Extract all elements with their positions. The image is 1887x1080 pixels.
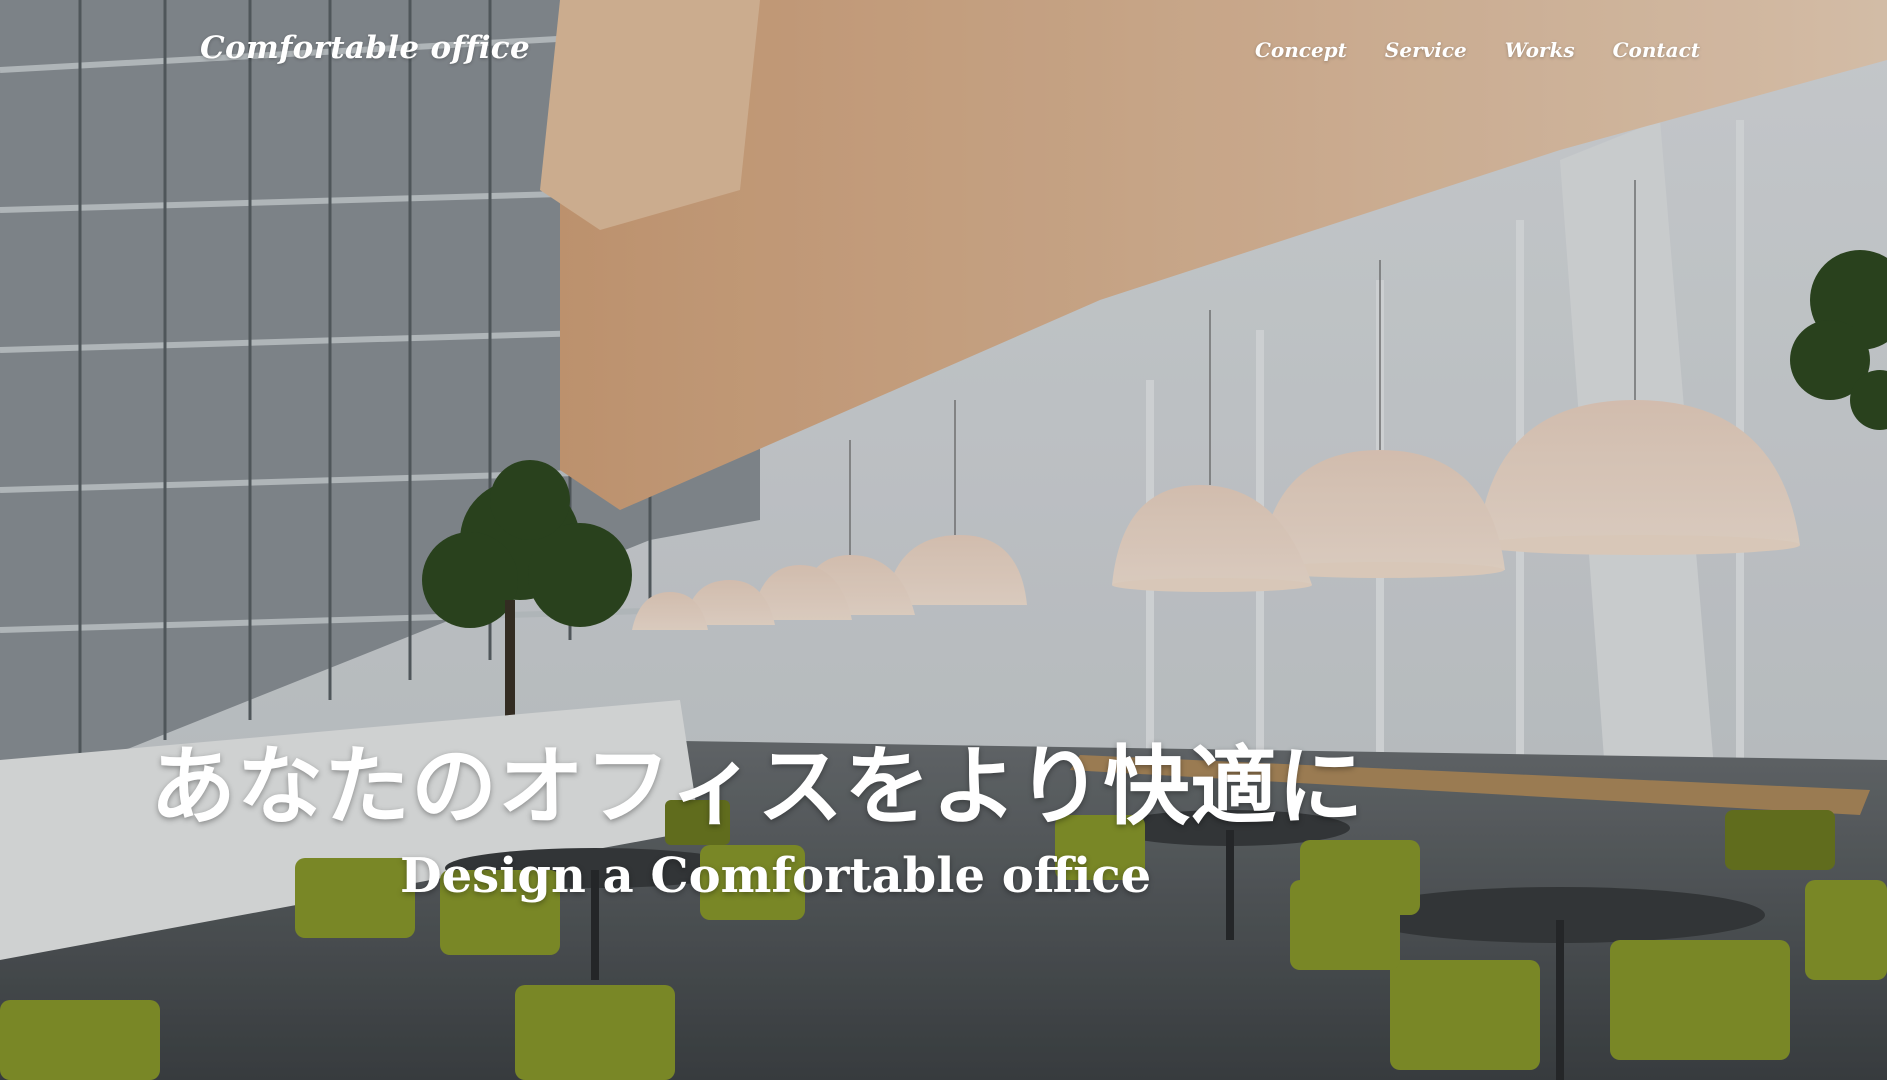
nav-service[interactable]: Service — [1385, 38, 1467, 62]
nav-contact[interactable]: Contact — [1613, 38, 1700, 62]
main-nav: Concept Service Works Contact — [1255, 38, 1700, 62]
site-logo[interactable]: Comfortable office — [200, 30, 530, 66]
hero-headline: あなたのオフィスをより快適に — [150, 735, 1365, 837]
hero-subline: Design a Comfortable office — [400, 848, 1152, 904]
nav-concept[interactable]: Concept — [1255, 38, 1347, 62]
hero-background — [0, 0, 1887, 1080]
site-header: Comfortable office Concept Service Works… — [0, 0, 1887, 110]
nav-works[interactable]: Works — [1505, 38, 1575, 62]
office-photo — [0, 0, 1887, 1080]
